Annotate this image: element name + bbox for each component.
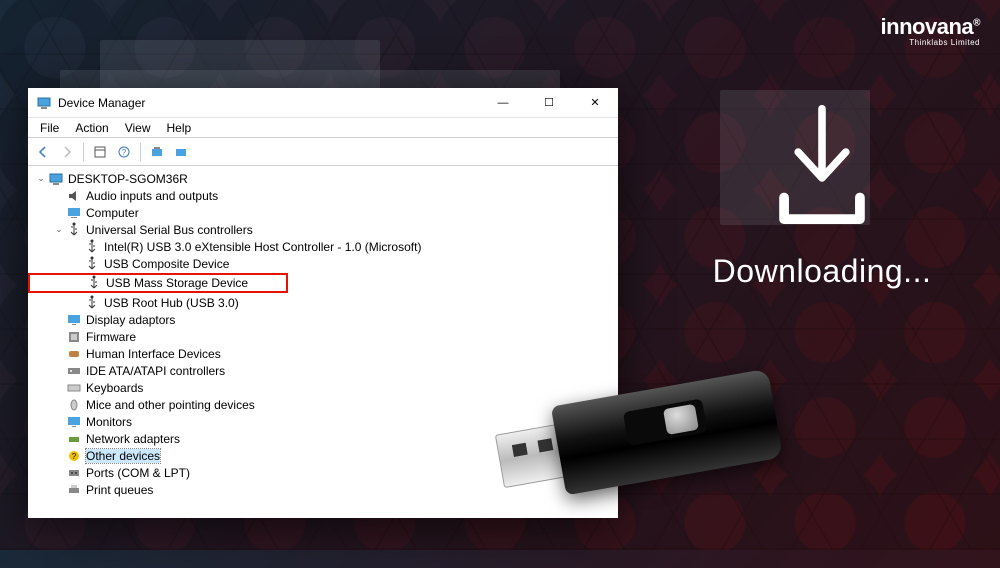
brand-mark: ® (973, 18, 980, 29)
network-icon (66, 431, 82, 447)
tree-label: DESKTOP-SGOM36R (68, 172, 188, 186)
nav-forward-button[interactable] (56, 141, 78, 163)
computer-icon (66, 205, 82, 221)
tree-row[interactable]: USB Root Hub (USB 3.0) (28, 294, 614, 311)
monitor-icon (66, 414, 82, 430)
menu-action[interactable]: Action (67, 120, 116, 136)
close-button[interactable]: ✕ (572, 88, 618, 118)
hid-icon (66, 346, 82, 362)
tree-label: Universal Serial Bus controllers (86, 223, 253, 237)
tree-row[interactable]: ⌄ Universal Serial Bus controllers (28, 221, 614, 238)
expand-toggle[interactable]: ⌄ (34, 172, 48, 186)
maximize-button[interactable]: ☐ (526, 88, 572, 118)
tree-label: Display adaptors (86, 313, 175, 327)
menu-view[interactable]: View (117, 120, 159, 136)
audio-icon (66, 188, 82, 204)
usb-icon (66, 222, 82, 238)
usb-icon (84, 295, 100, 311)
tree-label: Firmware (86, 330, 136, 344)
display-icon (66, 312, 82, 328)
usb-icon (86, 275, 102, 291)
toolbar: ? (28, 138, 618, 166)
svg-text:?: ? (122, 148, 127, 157)
tree-row[interactable]: Intel(R) USB 3.0 eXtensible Host Control… (28, 238, 614, 255)
download-status: Downloading... (682, 253, 962, 290)
tree-row[interactable]: Human Interface Devices (28, 345, 614, 362)
tree-label: Intel(R) USB 3.0 eXtensible Host Control… (104, 240, 421, 254)
toolbar-scan-button[interactable] (146, 141, 168, 163)
other-icon: ? (66, 448, 82, 464)
tree-label: Audio inputs and outputs (86, 189, 218, 203)
keyboard-icon (66, 380, 82, 396)
tree-label: Keyboards (86, 381, 143, 395)
usb-icon (84, 239, 100, 255)
device-manager-icon (36, 95, 52, 111)
tree-label: Network adapters (86, 432, 180, 446)
expand-toggle[interactable]: ⌄ (52, 223, 66, 237)
toolbar-properties-button[interactable] (89, 141, 111, 163)
tree-row[interactable]: Computer (28, 204, 614, 221)
port-icon (66, 465, 82, 481)
nav-back-button[interactable] (32, 141, 54, 163)
menu-bar: File Action View Help (28, 118, 618, 138)
toolbar-refresh-button[interactable] (170, 141, 192, 163)
usb-icon (84, 256, 100, 272)
tree-label: Ports (COM & LPT) (86, 466, 190, 480)
brand-name: innovana (881, 14, 974, 39)
download-panel: Downloading... (682, 100, 962, 290)
tree-label: Other devices (86, 449, 160, 463)
window-title: Device Manager (58, 96, 480, 110)
tree-row[interactable]: ⌄ DESKTOP-SGOM36R (28, 170, 614, 187)
menu-help[interactable]: Help (159, 120, 200, 136)
tree-label: Monitors (86, 415, 132, 429)
tree-label: IDE ATA/ATAPI controllers (86, 364, 225, 378)
svg-text:?: ? (72, 452, 77, 461)
tree-row[interactable]: USB Mass Storage Device (28, 273, 288, 293)
tree-row[interactable]: IDE ATA/ATAPI controllers (28, 362, 614, 379)
titlebar[interactable]: Device Manager — ☐ ✕ (28, 88, 618, 118)
tree-label: Mice and other pointing devices (86, 398, 255, 412)
toolbar-help-button[interactable]: ? (113, 141, 135, 163)
brand-logo: innovana® Thinklabs Limited (881, 14, 980, 47)
printer-icon (66, 482, 82, 498)
download-icon (767, 100, 877, 230)
minimize-button[interactable]: — (480, 88, 526, 118)
tree-label: USB Mass Storage Device (106, 276, 248, 290)
ide-icon (66, 363, 82, 379)
tree-label: USB Root Hub (USB 3.0) (104, 296, 239, 310)
computerRoot-icon (48, 171, 64, 187)
tree-row[interactable]: USB Composite Device (28, 255, 614, 272)
mouse-icon (66, 397, 82, 413)
tree-label: USB Composite Device (104, 257, 229, 271)
tree-label: Print queues (86, 483, 153, 497)
brand-subtitle: Thinklabs Limited (881, 38, 980, 47)
tree-label: Human Interface Devices (86, 347, 221, 361)
menu-file[interactable]: File (32, 120, 67, 136)
tree-row[interactable]: Display adaptors (28, 311, 614, 328)
firmware-icon (66, 329, 82, 345)
tree-label: Computer (86, 206, 139, 220)
tree-row[interactable]: Audio inputs and outputs (28, 187, 614, 204)
tree-row[interactable]: Firmware (28, 328, 614, 345)
